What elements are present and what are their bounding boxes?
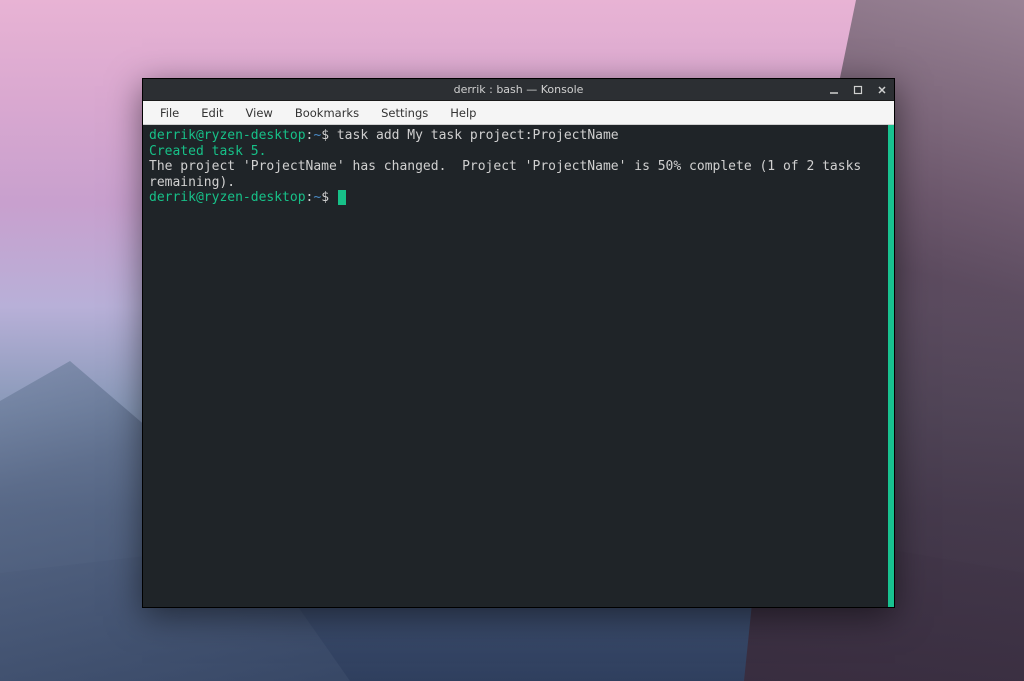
- close-button[interactable]: [874, 82, 890, 98]
- terminal-line-prompt-active: derrik@ryzen-desktop:~$: [149, 190, 888, 206]
- menu-bookmarks[interactable]: Bookmarks: [284, 103, 370, 123]
- konsole-window: derrik : bash — Konsole File Edit View B…: [142, 78, 895, 608]
- menu-view[interactable]: View: [235, 103, 284, 123]
- prompt-user-host: derrik@ryzen-desktop: [149, 128, 306, 143]
- terminal-body[interactable]: derrik@ryzen-desktop:~$ task add My task…: [143, 125, 894, 607]
- menu-help[interactable]: Help: [439, 103, 487, 123]
- menu-edit[interactable]: Edit: [190, 103, 234, 123]
- menu-settings[interactable]: Settings: [370, 103, 439, 123]
- prompt-user-host: derrik@ryzen-desktop: [149, 190, 306, 205]
- menu-file[interactable]: File: [149, 103, 190, 123]
- terminal-scrollbar[interactable]: [888, 125, 894, 607]
- terminal-line-prompt: derrik@ryzen-desktop:~$ task add My task…: [149, 128, 888, 144]
- terminal-output-project: The project 'ProjectName' has changed. P…: [149, 159, 888, 190]
- prompt-symbol: $: [321, 190, 329, 205]
- window-controls: [826, 79, 890, 100]
- menubar: File Edit View Bookmarks Settings Help: [143, 101, 894, 125]
- window-title: derrik : bash — Konsole: [454, 83, 584, 96]
- prompt-symbol: $: [321, 128, 329, 143]
- terminal-output-created: Created task 5.: [149, 144, 888, 160]
- minimize-button[interactable]: [826, 82, 842, 98]
- terminal-cursor: [338, 190, 346, 205]
- command-text: task add My task project:ProjectName: [337, 128, 619, 143]
- maximize-button[interactable]: [850, 82, 866, 98]
- window-titlebar[interactable]: derrik : bash — Konsole: [143, 79, 894, 101]
